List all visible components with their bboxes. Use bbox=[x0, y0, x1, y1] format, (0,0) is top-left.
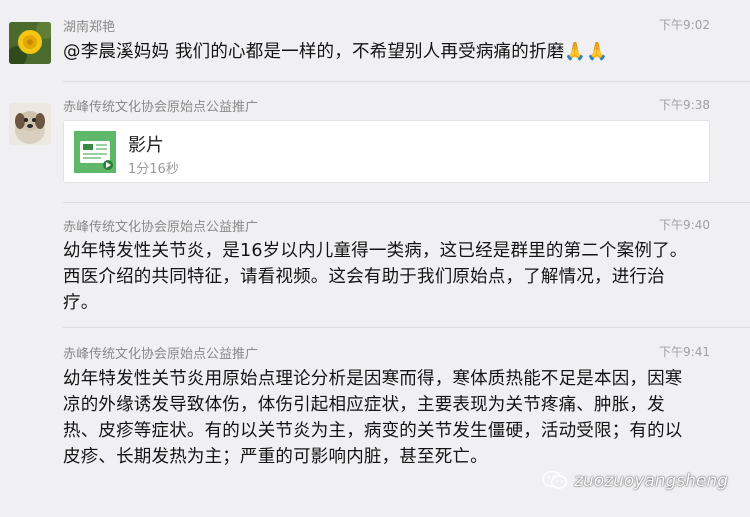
timestamp: 下午9:02 bbox=[659, 18, 710, 32]
video-thumbnail bbox=[74, 131, 116, 173]
sender-name: 赤峰传统文化协会原始点公益推广 bbox=[63, 100, 259, 115]
message-text: @李晨溪妈妈 我们的心都是一样的，不希望别人再受病痛的折磨🙏🙏 bbox=[63, 42, 609, 62]
timestamp: 下午9:41 bbox=[659, 345, 710, 359]
watermark: zuozuoyangsheng bbox=[542, 470, 728, 495]
flower-avatar-image bbox=[9, 22, 51, 64]
card-title: 影片 bbox=[128, 135, 164, 156]
message-text: 幼年特发性关节炎，是16岁以内儿童得一类病，这已经是群里的第二个案例了。西医介绍… bbox=[63, 241, 688, 313]
message-text: 幼年特发性关节炎用原始点理论分析是因寒而得，寒体质热能不足是本因，因寒凉的外缘诱… bbox=[63, 369, 683, 467]
timestamp: 下午9:38 bbox=[659, 98, 710, 112]
divider bbox=[63, 81, 750, 82]
video-duration: 1分16秒 bbox=[128, 162, 179, 177]
avatar[interactable] bbox=[9, 22, 51, 64]
divider bbox=[63, 327, 750, 328]
timestamp: 下午9:40 bbox=[659, 218, 710, 232]
sender-name: 赤峰传统文化协会原始点公益推广 bbox=[63, 220, 259, 235]
dog-avatar-image bbox=[9, 103, 51, 145]
video-card[interactable]: 影片 1分16秒 bbox=[63, 120, 710, 183]
divider bbox=[63, 202, 750, 203]
sender-name: 湖南郑艳 bbox=[63, 20, 116, 35]
sender-name: 赤峰传统文化协会原始点公益推广 bbox=[63, 347, 259, 362]
watermark-text: zuozuoyangsheng bbox=[574, 471, 728, 491]
avatar[interactable] bbox=[9, 103, 51, 145]
wechat-icon bbox=[542, 470, 568, 495]
